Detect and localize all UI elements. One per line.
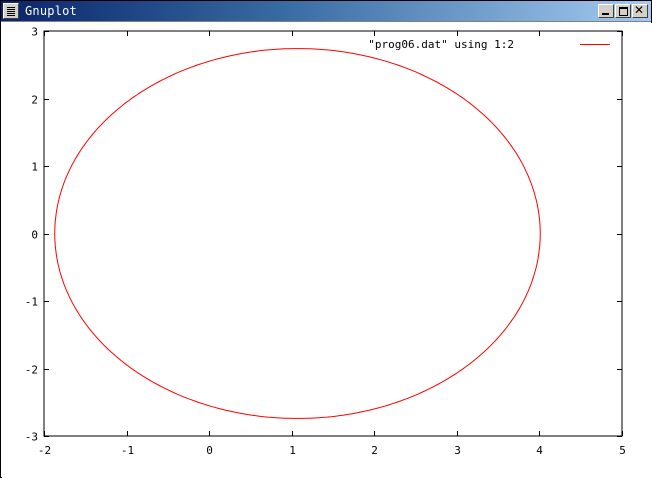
minimize-icon: [602, 13, 609, 15]
y-tick-label: -1: [25, 296, 38, 309]
legend: "prog06.dat" using 1:2: [368, 38, 610, 51]
title-bar[interactable]: Gnuplot ✕: [1, 1, 651, 22]
maximize-icon: [619, 7, 628, 16]
close-button[interactable]: ✕: [632, 3, 648, 18]
series-layer: [54, 48, 541, 419]
x-tick-label: 1: [289, 444, 296, 457]
y-tick-label: 1: [31, 161, 38, 174]
ticks: [44, 31, 623, 437]
x-tick-label: 2: [371, 444, 378, 457]
gnuplot-window: Gnuplot ✕ -2 -1 0 1 2 3 4 5 3 2 1 0 -1 -2 -3 "prog06.…: [0, 0, 652, 478]
system-menu-icon[interactable]: [3, 3, 19, 19]
legend-label: "prog06.dat" using 1:2: [368, 38, 514, 51]
x-tick-labels: -2 -1 0 1 2 3 4 5: [38, 444, 626, 457]
y-tick-label: 2: [31, 94, 38, 107]
x-tick-label: -2: [38, 444, 51, 457]
axes-frame: [43, 30, 623, 437]
minimize-button[interactable]: [598, 4, 614, 18]
series-line: [54, 48, 541, 419]
window-title: Gnuplot: [25, 4, 77, 18]
x-tick-label: 5: [619, 444, 626, 457]
x-tick-label: 4: [536, 444, 543, 457]
y-tick-label: 3: [31, 26, 38, 39]
y-tick-label: -2: [25, 364, 38, 377]
x-tick-label: 0: [206, 444, 213, 457]
y-tick-label: 0: [31, 229, 38, 242]
plot-area: -2 -1 0 1 2 3 4 5 3 2 1 0 -1 -2 -3 "prog06.dat" using…: [2, 23, 652, 478]
y-tick-labels: 3 2 1 0 -1 -2 -3: [25, 26, 38, 444]
maximize-button[interactable]: [615, 4, 631, 18]
plot-border: [43, 30, 623, 437]
chart: -2 -1 0 1 2 3 4 5 3210-1-2-3 "prog06.dat" using…: [25, 26, 626, 458]
x-tick-label: -1: [121, 444, 134, 457]
close-icon: ✕: [634, 3, 645, 17]
x-tick-label: 3: [454, 444, 461, 457]
y-tick-label: -3: [25, 431, 38, 444]
